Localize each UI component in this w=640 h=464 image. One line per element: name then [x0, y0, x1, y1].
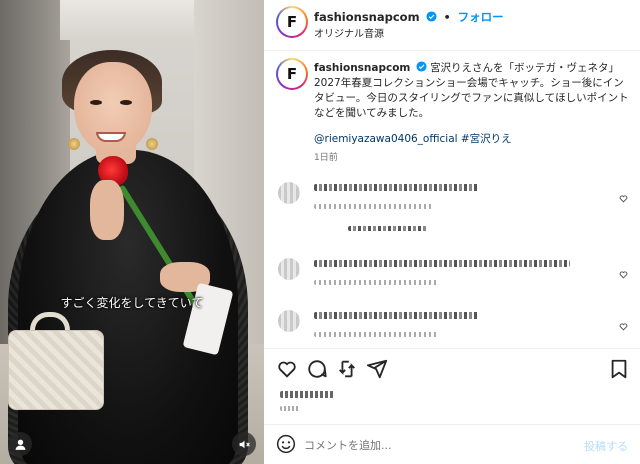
author-username[interactable]: fashionsnapcom — [314, 10, 420, 24]
comment-meta-redacted — [314, 204, 434, 209]
tagged-users-button[interactable] — [8, 432, 32, 456]
repost-button[interactable] — [336, 358, 358, 380]
audio-link[interactable]: オリジナル音源 — [314, 25, 384, 40]
woven-handbag — [8, 330, 104, 410]
comment-input[interactable] — [304, 436, 544, 454]
person-eye — [120, 100, 132, 105]
comment-like-button[interactable] — [619, 188, 628, 203]
caption-timestamp: 1日前 — [314, 153, 338, 163]
send-icon — [366, 359, 388, 379]
earring — [68, 138, 80, 150]
bookmark-icon — [611, 359, 627, 379]
post-media[interactable]: すごく変化をしてきていて — [0, 0, 264, 464]
author-avatar[interactable]: F — [276, 6, 308, 38]
commenter-avatar[interactable] — [278, 182, 300, 204]
comment-like-button[interactable] — [619, 264, 628, 279]
person-hand — [90, 180, 124, 240]
save-button[interactable] — [608, 358, 630, 380]
emoji-button[interactable] — [276, 434, 296, 454]
person-eye — [90, 100, 102, 105]
comment-text-redacted — [314, 184, 479, 191]
header-separator: • — [443, 11, 451, 24]
share-button[interactable] — [366, 358, 388, 380]
avatar-letter: F — [278, 60, 306, 88]
caption-username[interactable]: fashionsnapcom — [314, 62, 410, 74]
post-details-panel: F fashionsnapcom • フォロー オリジナル音源 F fashio… — [264, 0, 640, 464]
verified-badge-icon — [416, 61, 427, 72]
comment-text-redacted — [314, 312, 479, 319]
repost-icon — [339, 360, 355, 378]
divider — [264, 50, 640, 51]
caption-author-avatar[interactable]: F — [276, 58, 308, 90]
post-header-user: fashionsnapcom • フォロー — [314, 9, 504, 25]
comment-text-redacted — [314, 260, 570, 267]
likes-count-redacted[interactable] — [280, 391, 334, 398]
commenter-avatar[interactable] — [278, 310, 300, 332]
divider — [264, 424, 640, 425]
heart-icon — [619, 271, 628, 279]
verified-badge-icon — [426, 11, 437, 22]
comment-like-button[interactable] — [619, 316, 628, 331]
follow-button[interactable]: フォロー — [458, 10, 504, 24]
heart-icon — [619, 195, 628, 203]
commenter-avatar[interactable] — [278, 258, 300, 280]
mute-button[interactable] — [232, 432, 256, 456]
heart-icon — [619, 323, 628, 331]
comment-meta-redacted — [314, 332, 438, 337]
caption-tags[interactable]: @riemiyazawa0406_official #宮沢りえ — [314, 131, 512, 146]
heart-icon — [278, 361, 296, 378]
earring — [146, 138, 158, 150]
post-comment-button[interactable]: 投稿する — [584, 438, 628, 454]
view-replies-redacted[interactable] — [348, 226, 428, 231]
like-button[interactable] — [276, 358, 298, 380]
smiley-icon — [276, 434, 296, 454]
post-caption: fashionsnapcom 宮沢りえさんを「ボッテガ・ヴェネタ」2027年春夏… — [314, 61, 632, 121]
comment-button[interactable] — [306, 358, 328, 380]
background-ceiling — [60, 0, 210, 40]
comment-meta-redacted — [314, 280, 439, 285]
divider — [264, 348, 640, 349]
video-subtitle: すごく変化をしてきていて — [60, 296, 204, 310]
speech-bubble-icon — [308, 360, 327, 378]
post-date-redacted — [280, 406, 300, 411]
speaker-muted-icon — [239, 440, 250, 448]
user-icon — [15, 439, 25, 450]
avatar-letter: F — [278, 8, 306, 36]
